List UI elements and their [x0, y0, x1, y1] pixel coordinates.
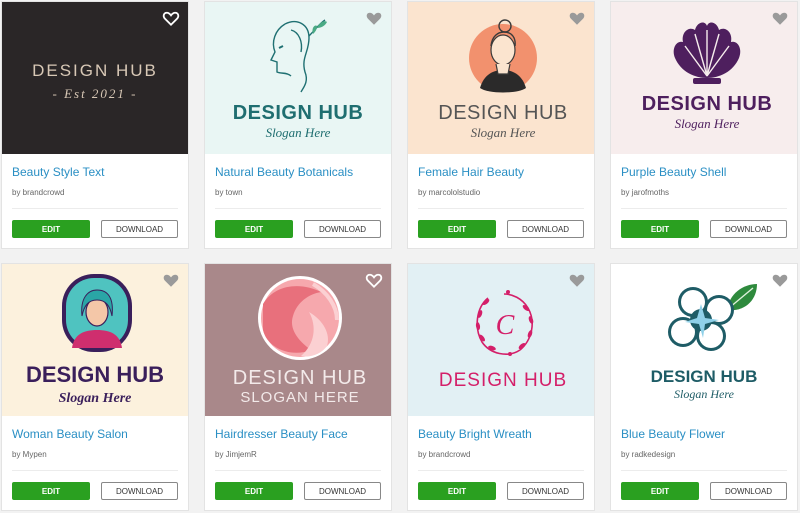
logo-subtext: SLOGAN HERE — [240, 389, 359, 406]
author-byline: by JimjemR — [215, 450, 257, 459]
author-byline: by jarofmoths — [621, 188, 670, 197]
author-byline: by Mypen — [12, 450, 47, 459]
favorite-heart-icon[interactable] — [771, 271, 789, 289]
face-circle-emblem-icon — [258, 276, 342, 360]
logo-preview[interactable]: DESIGN HUB Slogan Here — [408, 2, 594, 154]
logo-text: DESIGN HUB — [233, 367, 367, 389]
edit-button[interactable]: EDIT — [215, 220, 293, 238]
divider — [215, 470, 381, 471]
logo-subtext: - Est 2021 - — [52, 86, 137, 101]
template-title-link[interactable]: Woman Beauty Salon — [12, 427, 128, 441]
edit-button[interactable]: EDIT — [12, 220, 90, 238]
template-title-link[interactable]: Beauty Style Text — [12, 165, 105, 179]
template-card[interactable]: DESIGN HUB Slogan Here Woman Beauty Salo… — [1, 263, 189, 511]
template-title-link[interactable]: Natural Beauty Botanicals — [215, 165, 353, 179]
edit-button[interactable]: EDIT — [215, 482, 293, 500]
download-button[interactable]: DOWNLOAD — [101, 220, 178, 238]
edit-button[interactable]: EDIT — [418, 220, 496, 238]
edit-button[interactable]: EDIT — [621, 220, 699, 238]
author-byline: by radkedesign — [621, 450, 676, 459]
template-card[interactable]: DESIGN HUB SLOGAN HERE Hairdresser Beaut… — [204, 263, 392, 511]
woman-profile-botanical-icon — [270, 19, 327, 93]
logo-text: DESIGN HUB — [233, 102, 364, 124]
logo-preview[interactable]: DESIGN HUB Slogan Here — [611, 2, 797, 154]
template-card[interactable]: DESIGN HUB Slogan Here Female Hair Beaut… — [407, 1, 595, 249]
template-card[interactable]: DESIGN HUB Slogan Here Purple Beauty She… — [610, 1, 798, 249]
logo-text: DESIGN HUB — [438, 102, 567, 124]
logo-text: DESIGN HUB — [26, 362, 164, 387]
download-button[interactable]: DOWNLOAD — [101, 482, 178, 500]
download-button[interactable]: DOWNLOAD — [710, 220, 787, 238]
author-byline: by brandcrowd — [12, 188, 65, 197]
template-card[interactable]: DESIGN HUB Slogan Here Blue Beauty Flowe… — [610, 263, 798, 511]
edit-button[interactable]: EDIT — [12, 482, 90, 500]
author-byline: by brandcrowd — [418, 450, 471, 459]
logo-preview[interactable]: DESIGN HUB - Est 2021 - — [2, 2, 188, 154]
author-byline: by town — [215, 188, 243, 197]
download-button[interactable]: DOWNLOAD — [304, 220, 381, 238]
favorite-heart-icon[interactable] — [568, 9, 586, 27]
divider — [621, 470, 787, 471]
divider — [418, 208, 584, 209]
template-title-link[interactable]: Beauty Bright Wreath — [418, 427, 532, 441]
template-title-link[interactable]: Hairdresser Beauty Face — [215, 427, 348, 441]
divider — [621, 208, 787, 209]
logo-preview[interactable]: DESIGN HUB Slogan Here — [205, 2, 391, 154]
logo-preview[interactable]: DESIGN HUB Slogan Here — [611, 264, 797, 416]
logo-preview[interactable]: DESIGN HUB Slogan Here — [2, 264, 188, 416]
logo-monogram: C — [496, 310, 515, 341]
divider — [12, 470, 178, 471]
template-card[interactable]: DESIGN HUB Slogan Here Natural Beauty Bo… — [204, 1, 392, 249]
template-title-link[interactable]: Blue Beauty Flower — [621, 427, 725, 441]
logo-subtext: Slogan Here — [674, 387, 735, 401]
favorite-heart-icon[interactable] — [568, 271, 586, 289]
logo-subtext: Slogan Here — [471, 125, 536, 140]
template-title-link[interactable]: Female Hair Beauty — [418, 165, 524, 179]
favorite-heart-icon[interactable] — [162, 271, 180, 289]
author-byline: by marcololstudio — [418, 188, 481, 197]
favorite-heart-icon[interactable] — [365, 9, 383, 27]
divider — [215, 208, 381, 209]
logo-preview[interactable]: C DESIGN HUB — [408, 264, 594, 416]
favorite-heart-icon[interactable] — [162, 9, 180, 27]
divider — [418, 470, 584, 471]
logo-subtext: Slogan Here — [266, 125, 331, 140]
template-card[interactable]: C DESIGN HUB Beauty Bright Wreath by bra… — [407, 263, 595, 511]
edit-button[interactable]: EDIT — [621, 482, 699, 500]
divider — [12, 208, 178, 209]
download-button[interactable]: DOWNLOAD — [507, 220, 584, 238]
template-title-link[interactable]: Purple Beauty Shell — [621, 165, 726, 179]
download-button[interactable]: DOWNLOAD — [710, 482, 787, 500]
logo-preview[interactable]: DESIGN HUB SLOGAN HERE — [205, 264, 391, 416]
logo-text: DESIGN HUB — [651, 367, 758, 386]
logo-text: DESIGN HUB — [439, 370, 567, 391]
favorite-heart-icon[interactable] — [771, 9, 789, 27]
logo-text: DESIGN HUB — [32, 61, 158, 80]
edit-button[interactable]: EDIT — [418, 482, 496, 500]
download-button[interactable]: DOWNLOAD — [507, 482, 584, 500]
favorite-heart-icon[interactable] — [365, 271, 383, 289]
woman-salon-badge-icon — [62, 274, 132, 352]
blue-flower-leaf-icon — [668, 284, 757, 351]
logo-subtext: Slogan Here — [675, 116, 740, 131]
logo-text: DESIGN HUB — [642, 93, 773, 115]
logo-subtext: Slogan Here — [59, 391, 132, 406]
woman-bun-portrait-icon — [469, 19, 537, 93]
download-button[interactable]: DOWNLOAD — [304, 482, 381, 500]
template-card[interactable]: DESIGN HUB - Est 2021 - Beauty Style Tex… — [1, 1, 189, 249]
